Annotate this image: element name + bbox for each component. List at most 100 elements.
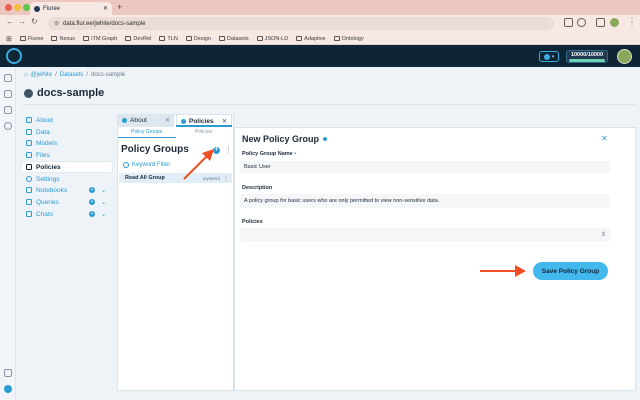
nav-item-models[interactable]: Models <box>22 138 112 148</box>
annotation-arrow-to-save <box>480 265 526 277</box>
more-options-icon[interactable]: ⋮ <box>225 146 232 154</box>
query-icon <box>26 199 32 205</box>
browser-menu-icon[interactable]: ⋮ <box>628 17 636 26</box>
close-icon[interactable]: ✕ <box>222 118 227 125</box>
chevron-down-icon[interactable]: ⌄ <box>99 211 108 218</box>
models-icon <box>26 140 32 146</box>
connections-icon[interactable] <box>4 106 12 114</box>
search-icon <box>123 161 129 168</box>
help-menu-button[interactable]: ▾ <box>539 51 559 62</box>
subtab-policies[interactable]: Policies <box>195 129 212 135</box>
fluree-logo-icon[interactable] <box>6 48 22 64</box>
breadcrumb-datasets[interactable]: Datasets <box>60 72 84 78</box>
form-title: New Policy Group <box>242 134 328 144</box>
credits-bar <box>569 59 605 62</box>
bookmark-item[interactable]: ITM Graph <box>83 36 117 42</box>
settings-icon[interactable] <box>4 122 12 130</box>
bookmark-item[interactable]: Fluree <box>19 36 43 42</box>
notebook-icon <box>26 187 32 193</box>
nav-item-policies[interactable]: Policies <box>22 162 112 172</box>
browser-tab-title: Fluree <box>43 5 61 12</box>
forward-icon[interactable]: → <box>18 17 26 26</box>
home-icon[interactable] <box>4 74 12 82</box>
help-circle-icon[interactable] <box>4 385 12 393</box>
bookmark-item[interactable]: Ontology <box>333 36 364 42</box>
bookmark-item[interactable]: JSON-LD <box>256 36 288 42</box>
about-icon <box>26 117 32 123</box>
chevron-down-icon: ▾ <box>551 53 555 60</box>
new-tab-icon[interactable]: + <box>117 2 122 12</box>
nav-item-about[interactable]: About <box>22 115 112 125</box>
close-form-icon[interactable]: ✕ <box>601 134 608 143</box>
folder-icon <box>256 36 263 41</box>
status-dot-icon <box>323 137 328 141</box>
gear-icon <box>26 176 32 182</box>
policies-label: Policies <box>242 219 263 225</box>
chat-icon <box>26 211 32 217</box>
browser-tab[interactable]: Fluree ✕ <box>30 2 112 15</box>
bookmarks-bar: ⊞ Fluree Nexus ITM Graph DevRel TLN Desi… <box>0 33 640 45</box>
active-tab-indicator <box>176 125 232 127</box>
policies-tab-icon <box>181 118 186 124</box>
breadcrumb-current: docs-sample <box>91 72 126 78</box>
site-info-icon[interactable]: ⊜ <box>54 20 59 27</box>
add-notebook-icon[interactable]: + <box>89 187 95 193</box>
team-icon[interactable] <box>4 369 12 377</box>
row-options-icon[interactable]: ⋮ <box>223 175 229 182</box>
select-arrows-icon[interactable]: ⇕ <box>601 231 606 238</box>
folder-icon <box>333 36 340 41</box>
bookmark-item[interactable]: Datasets <box>218 36 249 42</box>
dataset-avatar <box>24 88 33 98</box>
home-icon[interactable]: ⌂ <box>24 72 28 78</box>
nav-item-files[interactable]: Files <box>22 150 112 160</box>
save-policy-group-button[interactable]: Save Policy Group <box>533 262 608 280</box>
tab-about[interactable]: About ✕ <box>118 114 174 127</box>
reload-icon[interactable]: ↻ <box>31 17 38 26</box>
subtab-policy-groups[interactable]: Policy Groups <box>131 129 162 135</box>
extensions-icon[interactable] <box>596 18 605 27</box>
maximize-window-icon[interactable] <box>23 4 30 11</box>
nav-item-settings[interactable]: Settings <box>22 174 112 184</box>
bookmark-item[interactable]: TLN <box>159 36 178 42</box>
breadcrumb-separator: / <box>86 72 89 78</box>
bookmark-item[interactable]: DevRel <box>125 36 151 42</box>
url-text: data.flur.ee/jwhite/docs-sample <box>63 20 146 27</box>
close-window-icon[interactable] <box>5 4 12 11</box>
profile-icon[interactable] <box>610 18 619 27</box>
minimize-window-icon[interactable] <box>14 4 21 11</box>
policies-select[interactable] <box>240 228 610 242</box>
add-chat-icon[interactable]: + <box>89 211 95 217</box>
install-app-icon[interactable] <box>564 18 573 27</box>
address-bar[interactable]: ⊜ data.flur.ee/jwhite/docs-sample <box>48 17 554 30</box>
nav-item-queries[interactable]: Queries + ⌄ <box>22 197 112 207</box>
bookmark-item[interactable]: Design <box>185 36 211 42</box>
folder-icon <box>185 36 192 41</box>
credits-meter[interactable]: 10000/10000 <box>566 50 608 63</box>
credits-text: 10000/10000 <box>570 52 604 58</box>
breadcrumb-user[interactable]: @jwhite <box>31 72 52 78</box>
folder-icon <box>125 36 132 41</box>
policy-group-name-input[interactable]: Basic User <box>240 161 610 173</box>
bookmark-item[interactable]: Nexus <box>51 36 75 42</box>
keyword-filter-placeholder: Keyword Filter <box>132 161 171 168</box>
bookmark-star-icon[interactable] <box>577 18 586 27</box>
bookmark-item[interactable]: Adaptive <box>296 36 326 42</box>
nav-item-data[interactable]: Data <box>22 127 112 137</box>
nav-item-chats[interactable]: Chats + ⌄ <box>22 209 112 219</box>
user-avatar[interactable] <box>617 49 632 64</box>
chevron-down-icon[interactable]: ⌄ <box>99 199 108 206</box>
breadcrumb-separator: / <box>55 72 57 78</box>
apps-grid-icon[interactable]: ⊞ <box>6 35 12 43</box>
tab-close-icon[interactable]: ✕ <box>103 5 108 12</box>
nav-item-notebooks[interactable]: Notebooks + ⌄ <box>22 185 112 195</box>
add-query-icon[interactable]: + <box>89 199 95 205</box>
files-icon <box>26 152 32 158</box>
close-icon[interactable]: ✕ <box>165 117 170 124</box>
description-input[interactable]: A policy group for basic users who are o… <box>240 194 610 208</box>
policy-group-name: Read All Group <box>125 175 165 181</box>
chevron-down-icon[interactable]: ⌄ <box>99 187 108 194</box>
database-icon[interactable] <box>4 90 12 98</box>
data-icon <box>26 129 32 135</box>
breadcrumb: ⌂ @jwhite / Datasets / docs-sample <box>24 72 125 78</box>
back-icon[interactable]: ← <box>6 17 14 26</box>
